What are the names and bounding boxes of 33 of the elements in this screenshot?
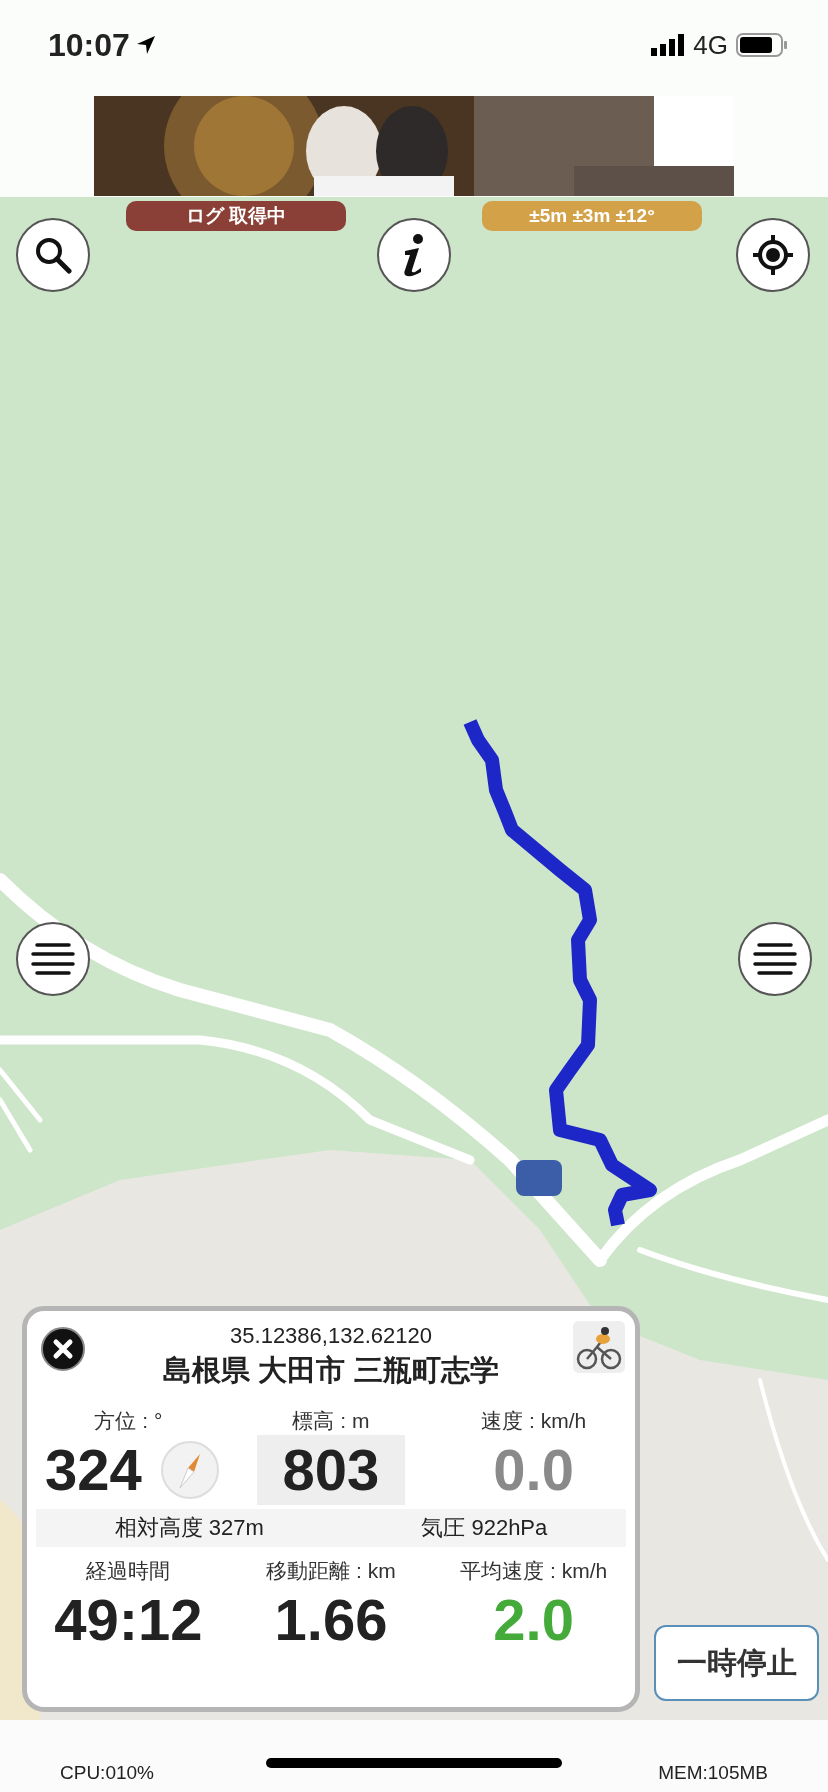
stat-value: 324 (43, 1436, 143, 1504)
stat-label: 標高 : m (292, 1408, 370, 1434)
stat-label: 方位 : ° (94, 1408, 163, 1434)
clock-time: 10:07 (48, 26, 130, 64)
location-arrow-icon (135, 35, 156, 55)
address: 島根県 大田市 三瓶町志学 (163, 1353, 499, 1388)
stat-label: 経過時間 (86, 1557, 171, 1584)
compass-icon (159, 1439, 220, 1500)
cpu-usage: CPU:010% (60, 1762, 154, 1784)
stat-value: 803 (256, 1435, 406, 1505)
stat-value: 1.66 (273, 1585, 389, 1654)
close-icon (52, 1338, 74, 1360)
memory-usage: MEM:105MB (658, 1762, 768, 1784)
stat-label: 速度 : km/h (481, 1408, 587, 1434)
stat-value: 49:12 (53, 1585, 204, 1654)
search-icon (34, 236, 72, 274)
battery-icon (736, 33, 788, 57)
accuracy-status: ±5m ±3m ±12° (482, 201, 702, 231)
air-pressure: 気圧 922hPa (421, 1513, 548, 1542)
crosshair-icon (751, 233, 795, 277)
coordinates: 35.12386,132.62120 (230, 1323, 432, 1349)
relative-altitude: 相対高度 327m (114, 1513, 264, 1542)
stat-value: 0.0 (492, 1436, 575, 1504)
pause-button[interactable]: 一時停止 (654, 1625, 819, 1701)
menu-icon (753, 941, 797, 977)
stat-label: 移動距離 : km (266, 1557, 396, 1584)
menu-icon (31, 941, 75, 977)
close-button[interactable] (41, 1327, 85, 1371)
signal-icon (651, 34, 686, 56)
stat-value: 2.0 (492, 1585, 575, 1654)
stat-label: 平均速度 : km/h (460, 1557, 608, 1584)
logging-status: ログ 取得中 (126, 201, 346, 231)
network-type: 4G (693, 29, 728, 61)
